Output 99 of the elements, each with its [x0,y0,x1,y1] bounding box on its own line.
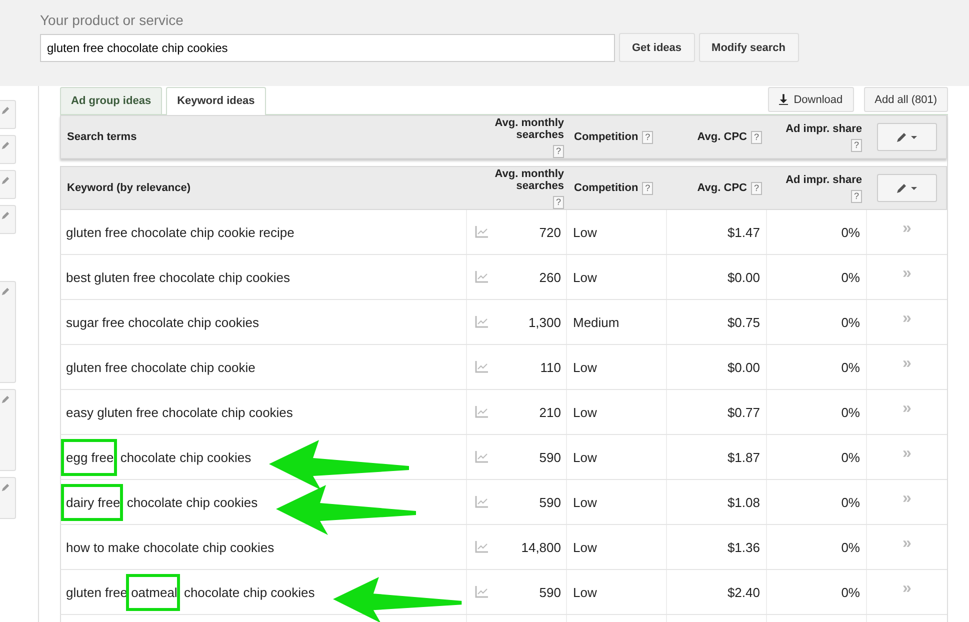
table-cell: 0% [841,270,860,284]
table-cell: 0% [841,360,860,374]
table-cell: 0% [841,450,860,464]
column-heading: Competition [574,182,638,194]
table-cell: 590 [539,450,561,464]
table-cell: 0% [841,584,860,600]
table-cell: $1.08 [727,494,760,510]
table-cell: 0% [841,224,860,240]
pencil-icon [1,211,10,220]
table-cell: $0.77 [727,404,760,420]
pencil-dropdown-icon [896,131,918,143]
table-cell: Medium [573,314,620,330]
table-cell: Low [573,360,597,374]
table-cell: Low [573,540,597,554]
keyword-cell-text: sugar free chocolate chip cookies [65,314,259,330]
table-cell: 0% [841,540,860,554]
column-heading: Avg. monthly searches [494,168,564,192]
table-cell: 210 [539,404,561,420]
table-cell: $0.75 [727,314,760,330]
help-icon[interactable]: ? [850,190,862,202]
pencil-icon [1,395,10,404]
column-heading: Avg. CPC [697,182,747,194]
help-icon[interactable]: ? [750,130,762,144]
keyword-cell-text: gluten free chocolate chip cookie recipe [65,224,294,240]
column-heading: Keyword (by relevance) [67,182,190,194]
table-cell: $0.00 [727,360,760,374]
table-cell: 720 [539,224,561,240]
help-icon[interactable]: ? [642,130,654,144]
table-cell: Low [573,404,597,420]
column-heading: Ad impr. share [786,122,862,134]
table-cell: 110 [540,360,561,374]
edit-button[interactable] [0,205,16,234]
column-heading: Avg. monthly searches [494,116,564,140]
keyword-cell-text: gluten free chocolate chip cookie [65,360,256,374]
table-cell: $1.47 [727,224,760,240]
trend-chart-icon[interactable] [475,316,488,328]
tab[interactable]: Keyword ideas [166,87,266,115]
keyword-cell-text: how to make chocolate chip cookies [65,540,274,554]
trend-chart-icon[interactable] [475,586,488,598]
trend-chart-icon[interactable] [475,226,488,238]
tab[interactable]: Ad group ideas [60,87,162,114]
column-heading: Search terms [67,131,137,143]
edit-columns-button[interactable] [877,123,937,151]
column-heading: Avg. CPC [697,131,747,143]
pencil-dropdown-icon [896,182,918,194]
table-cell: $2.40 [727,584,760,600]
add-all-button[interactable]: Add all (801) [864,87,948,112]
table-cell: $1.36 [727,540,760,554]
table-cell: Low [573,494,597,510]
edit-button[interactable] [0,170,16,199]
help-icon[interactable]: ? [552,144,564,158]
keyword-cell: egg free chocolate chip cookies [61,438,252,476]
download-icon [778,94,788,105]
help-icon[interactable]: ? [642,182,654,194]
trend-chart-icon[interactable] [475,406,488,418]
trend-chart-icon[interactable] [475,496,488,508]
table-cell: 590 [539,584,561,600]
keyword-cell-text: best gluten free chocolate chip cookies [65,270,290,284]
edit-button[interactable] [0,389,16,471]
table-cell: 1,300 [528,314,561,330]
help-icon[interactable]: ? [552,196,564,208]
edit-button[interactable] [0,281,16,383]
pencil-icon [1,141,10,150]
edit-button[interactable] [0,100,16,129]
table-cell: Low [573,270,597,284]
trend-chart-icon[interactable] [475,451,488,463]
pencil-icon [1,176,10,185]
table-cell: 14,800 [521,540,561,554]
search-action-button[interactable]: Modify search [698,33,798,62]
pencil-icon [1,287,10,296]
table-cell: $1.87 [727,450,760,464]
trend-chart-icon[interactable] [475,361,488,373]
table-cell: Low [573,224,597,240]
pencil-icon [1,483,10,492]
edit-button[interactable] [0,477,16,519]
help-icon[interactable]: ? [750,182,762,194]
search-action-button[interactable]: Get ideas [619,33,695,62]
table-cell: Low [573,450,597,464]
edit-button[interactable] [0,135,16,164]
column-heading: Ad impr. share [786,174,862,186]
trend-chart-icon[interactable] [475,541,488,553]
table-cell: 0% [841,404,860,420]
pencil-icon [1,106,10,115]
keyword-cell-text: easy gluten free chocolate chip cookies [65,404,293,420]
table-cell: 590 [539,494,561,510]
table-cell: $0.00 [727,270,760,284]
field-label: Your product or service [40,12,184,28]
search-field[interactable]: gluten free chocolate chip cookies [40,34,615,62]
keyword-cell: dairy free chocolate chip cookies [61,484,258,520]
table-cell: 260 [539,270,561,284]
table-cell: 0% [841,494,860,510]
download-button[interactable]: Download [768,87,854,112]
help-icon[interactable]: ? [850,138,862,152]
table-cell: Low [573,584,597,600]
edit-columns-button[interactable] [877,174,937,202]
trend-chart-icon[interactable] [475,271,488,283]
column-heading: Competition [574,131,638,143]
table-cell: 0% [841,314,860,330]
keyword-cell: gluten free oatmeal chocolate chip cookies [61,574,315,610]
